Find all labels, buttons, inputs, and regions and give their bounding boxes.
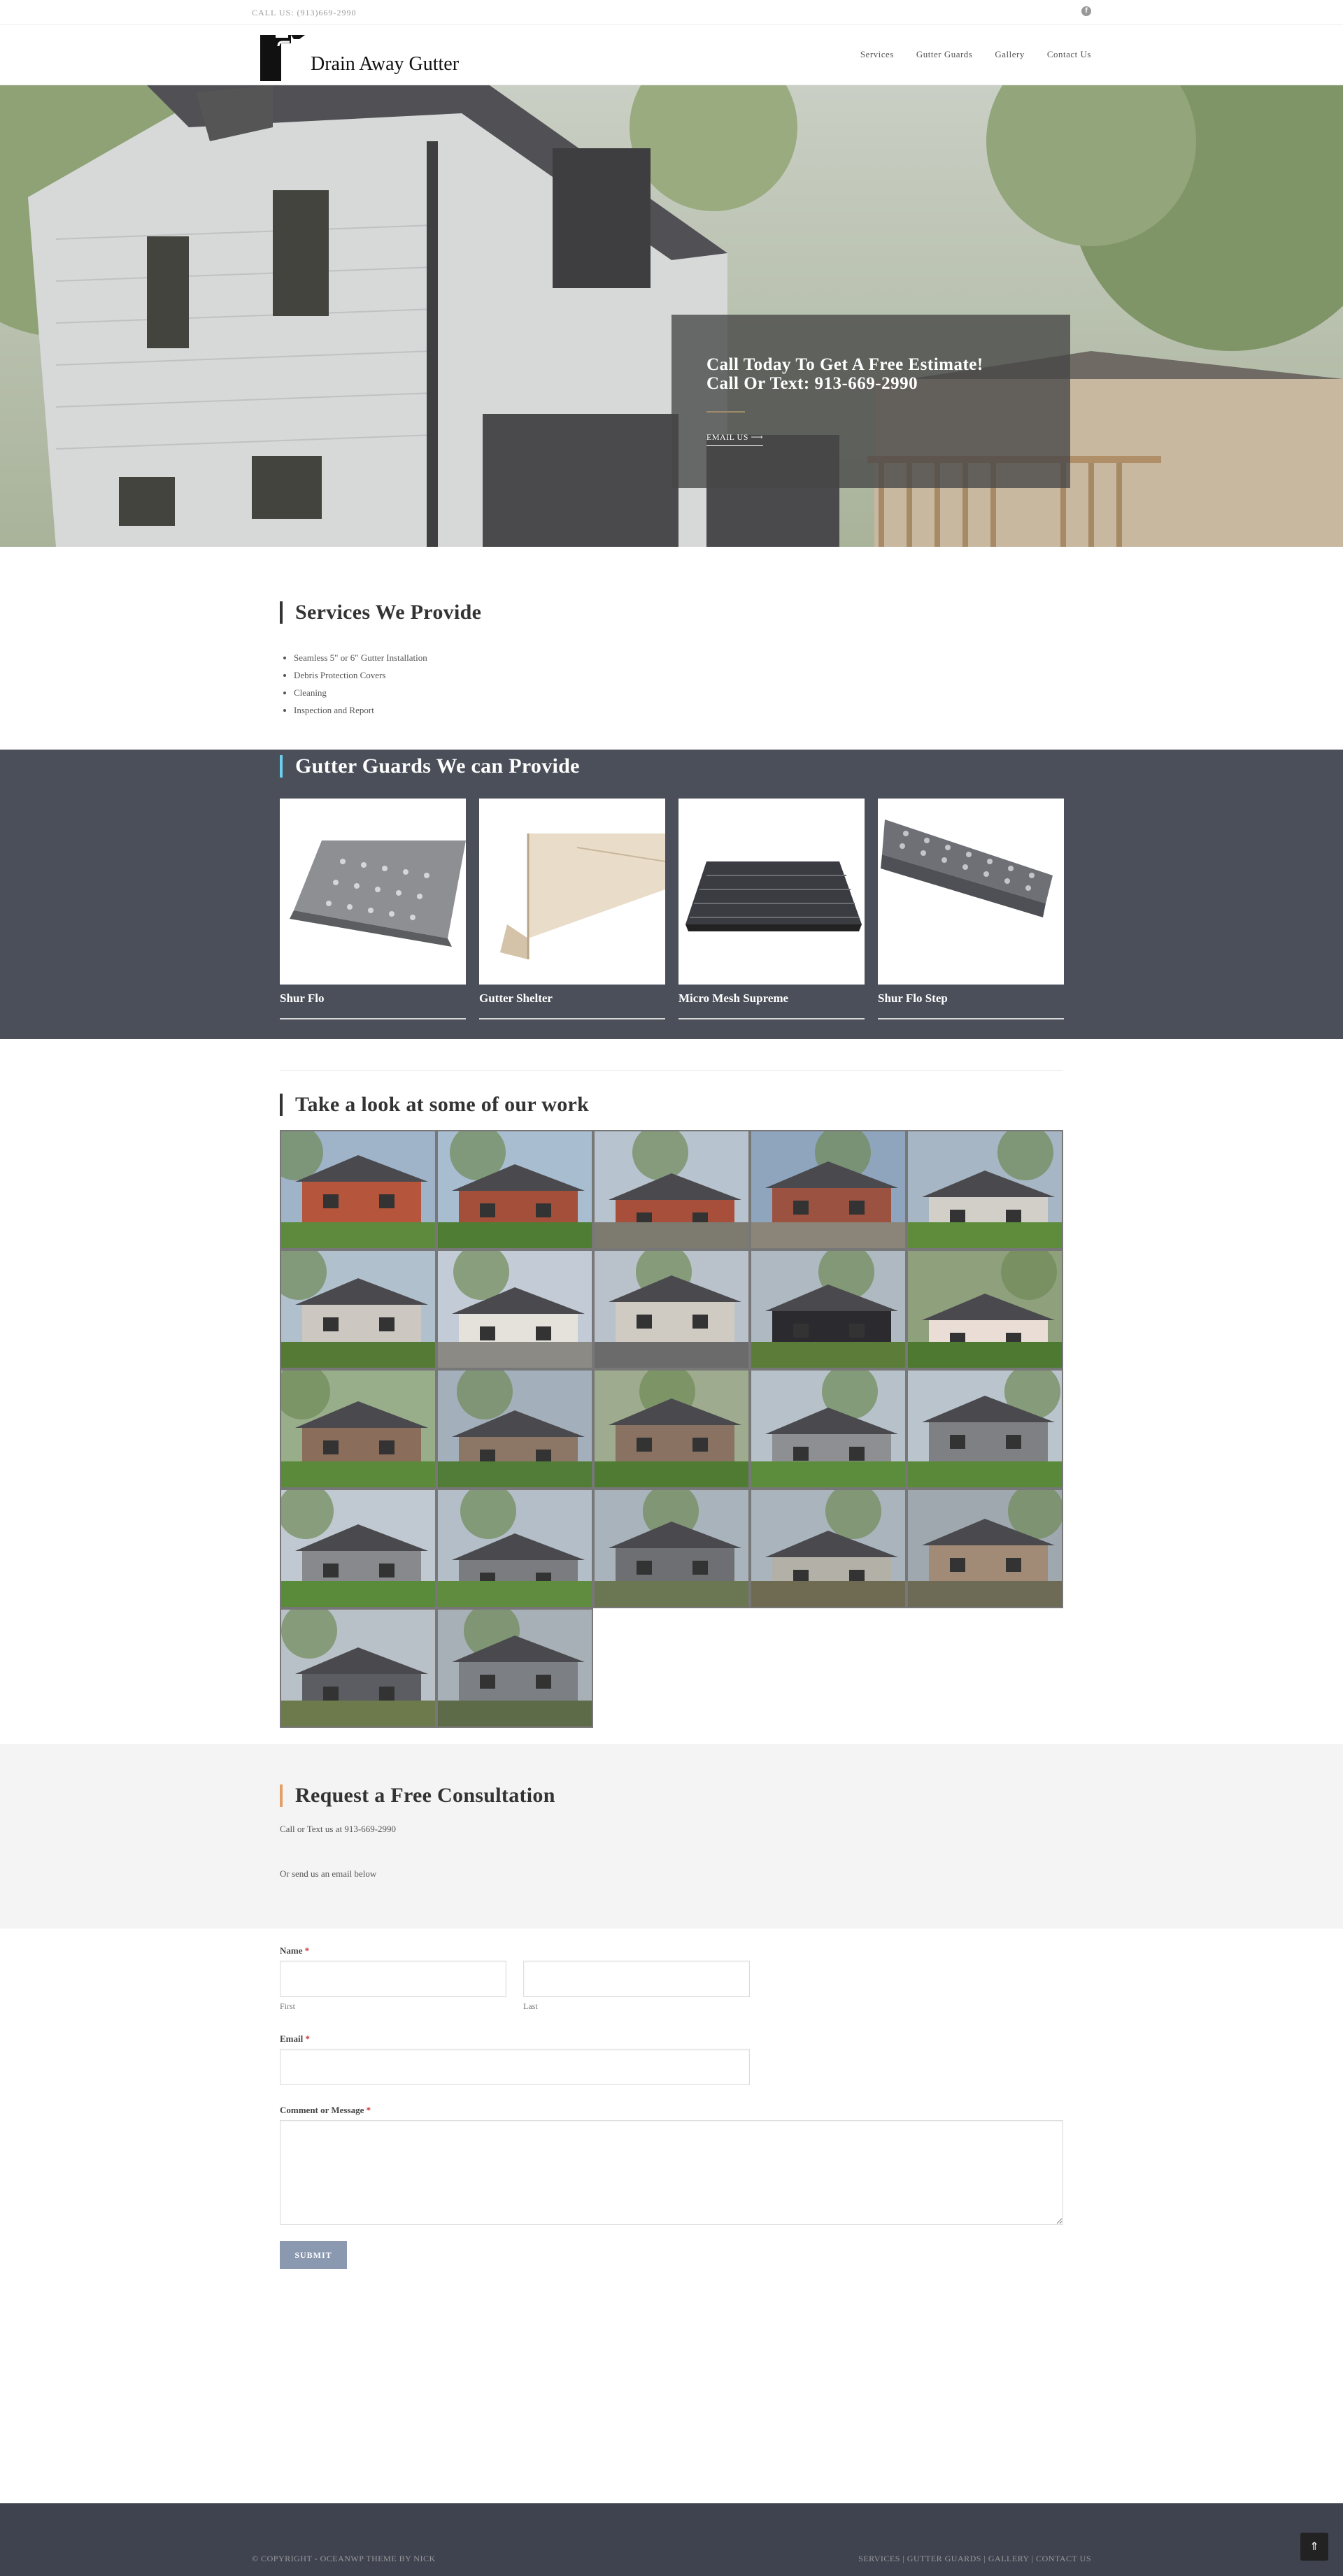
consultation-title: Request a Free Consultation [280, 1784, 555, 1807]
footer-link-contact-us[interactable]: CONTACT US [1036, 2554, 1091, 2563]
gallery-photo[interactable] [436, 1130, 593, 1250]
gutter-logo-icon [260, 35, 305, 81]
gallery-photo[interactable] [907, 1130, 1063, 1250]
gallery-photo[interactable] [593, 1130, 750, 1250]
arrow-right-icon: ⟶ [751, 432, 764, 442]
nav-gutter-guards[interactable]: Gutter Guards [916, 49, 973, 60]
gallery-photo[interactable] [907, 1250, 1063, 1369]
first-name-input[interactable] [280, 1961, 506, 1997]
guard-name: Gutter Shelter [479, 992, 665, 1019]
name-label: Name * [280, 1945, 309, 1956]
gallery-photo[interactable] [593, 1489, 750, 1608]
nav-contact-us[interactable]: Contact Us [1047, 49, 1091, 60]
gallery-photo[interactable] [280, 1250, 436, 1369]
gallery-photo[interactable] [750, 1130, 907, 1250]
service-item: Seamless 5" or 6" Gutter Installation [294, 649, 427, 666]
consultation-phone: Call or Text us at 913-669-2990 [280, 1824, 397, 1834]
callout-line-2: Call Or Text: 913-669-2990 [706, 374, 918, 393]
call-us-text: CALL US: (913)669-2990 [252, 8, 357, 17]
footer-link-gutter-guards[interactable]: GUTTER GUARDS [907, 2554, 981, 2563]
service-item: Cleaning [294, 684, 427, 701]
gallery-photo[interactable] [593, 1250, 750, 1369]
nav-gallery[interactable]: Gallery [995, 49, 1024, 60]
callout-line-1: Call Today To Get A Free Estimate! [706, 355, 983, 374]
gallery-photo[interactable] [907, 1489, 1063, 1608]
footer-separator: | [900, 2554, 907, 2563]
guard-card[interactable]: Gutter Shelter [479, 799, 665, 1019]
logo-text: Drain Away Gutter [311, 53, 460, 75]
copyright-text: © COPYRIGHT - OCEANWP THEME BY NICK [252, 2554, 436, 2563]
gallery-photo[interactable] [280, 1130, 436, 1250]
callout-heading: Call Today To Get A Free Estimate! Call … [706, 355, 983, 393]
gallery-photo[interactable] [750, 1250, 907, 1369]
callout-divider [706, 411, 745, 413]
footer-separator: | [981, 2554, 988, 2563]
guard-card[interactable]: Micro Mesh Supreme [678, 799, 865, 1019]
guard-name: Shur Flo Step [878, 992, 1064, 1019]
first-name-sublabel: First [280, 2001, 296, 2011]
message-label-text: Comment or Message [280, 2105, 364, 2115]
email-label: Email * [280, 2033, 310, 2045]
consultation-section: Request a Free Consultation Call or Text… [0, 1744, 1343, 1929]
email-input[interactable] [280, 2049, 750, 2085]
gallery-photo[interactable] [750, 1489, 907, 1608]
message-textarea[interactable] [280, 2120, 1063, 2225]
footer-separator: | [1029, 2554, 1037, 2563]
gutter-guards-title: Gutter Guards We can Provide [280, 755, 580, 778]
required-mark: * [366, 2105, 371, 2115]
gutter-guards-section: Gutter Guards We can Provide Shur Flo Gu… [0, 750, 1343, 1039]
name-label-text: Name [280, 1945, 303, 1956]
service-item: Debris Protection Covers [294, 666, 427, 684]
guard-image [479, 799, 665, 985]
site-logo[interactable]: Drain Away Gutter [257, 32, 460, 83]
facebook-icon[interactable]: f [1081, 6, 1091, 16]
service-item: Inspection and Report [294, 701, 427, 719]
last-name-input[interactable] [523, 1961, 750, 1997]
gallery-photo[interactable] [280, 1608, 436, 1728]
gallery-photo[interactable] [436, 1250, 593, 1369]
chevron-double-up-icon[interactable]: ⇑ [1300, 2533, 1328, 2561]
guard-image [878, 799, 1064, 985]
gallery-photo[interactable] [436, 1489, 593, 1608]
required-mark: * [304, 1945, 310, 1956]
gallery-photo[interactable] [593, 1369, 750, 1489]
gallery-photo[interactable] [750, 1369, 907, 1489]
guard-name: Micro Mesh Supreme [678, 992, 865, 1019]
consultation-email-prompt: Or send us an email below [280, 1868, 377, 1879]
guard-card[interactable]: Shur Flo [280, 799, 466, 1019]
submit-button[interactable]: SUBMIT [280, 2241, 347, 2269]
required-mark: * [305, 2033, 310, 2044]
email-label-text: Email [280, 2033, 304, 2044]
site-footer: © COPYRIGHT - OCEANWP THEME BY NICK SERV… [0, 2503, 1343, 2576]
section-divider [280, 1070, 1063, 1071]
site-header: Drain Away Gutter Services Gutter Guards… [0, 25, 1343, 85]
hero-banner: Call Today To Get A Free Estimate! Call … [0, 85, 1343, 547]
guard-image [280, 799, 466, 985]
services-list: Seamless 5" or 6" Gutter Installation De… [280, 649, 427, 719]
main-nav: Services Gutter Guards Gallery Contact U… [860, 49, 1091, 60]
gallery-photo[interactable] [436, 1369, 593, 1489]
gallery-photo[interactable] [280, 1369, 436, 1489]
footer-link-gallery[interactable]: GALLERY [988, 2554, 1029, 2563]
estimate-callout: Call Today To Get A Free Estimate! Call … [672, 315, 1070, 488]
guard-name: Shur Flo [280, 992, 466, 1019]
last-name-sublabel: Last [523, 2001, 538, 2011]
message-label: Comment or Message * [280, 2105, 371, 2116]
footer-nav: SERVICES | GUTTER GUARDS | GALLERY | CON… [858, 2554, 1091, 2564]
nav-services[interactable]: Services [860, 49, 894, 60]
services-title: Services We Provide [280, 601, 481, 624]
footer-link-services[interactable]: SERVICES [858, 2554, 900, 2563]
work-title: Take a look at some of our work [280, 1094, 589, 1116]
guard-image [678, 799, 865, 985]
top-bar: CALL US: (913)669-2990 f [0, 0, 1343, 25]
gallery-photo[interactable] [280, 1489, 436, 1608]
guard-card[interactable]: Shur Flo Step [878, 799, 1064, 1019]
gallery-photo[interactable] [436, 1608, 593, 1728]
gallery-photo[interactable] [907, 1369, 1063, 1489]
email-us-label: EMAIL US [706, 432, 748, 442]
email-us-link[interactable]: EMAIL US ⟶ [706, 432, 764, 446]
